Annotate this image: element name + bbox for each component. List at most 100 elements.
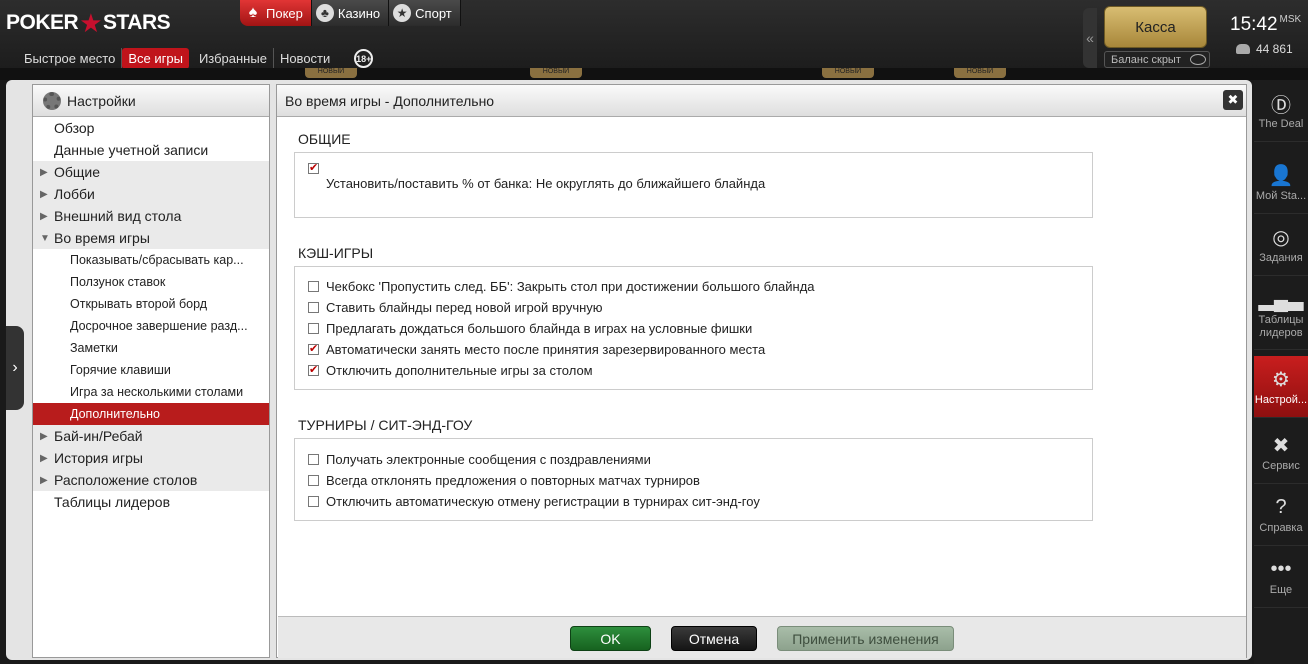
section-title-general: ОБЩИЕ xyxy=(298,131,351,147)
more-icon: ••• xyxy=(1270,557,1292,580)
tree-item[interactable]: Заметки xyxy=(33,337,269,359)
apply-changes-button[interactable]: Применить изменения xyxy=(777,626,954,651)
checkbox[interactable] xyxy=(308,475,319,486)
tab-casino[interactable]: ♣ Казино xyxy=(311,0,390,26)
podium-icon: ▂▄▃ xyxy=(1258,288,1304,311)
gear-icon xyxy=(43,91,61,110)
sidebar-item-label: Задания xyxy=(1259,252,1303,264)
checkbox[interactable] xyxy=(308,161,319,174)
tree-item[interactable]: Досрочное завершение разд... xyxy=(33,315,269,337)
option-row[interactable]: Всегда отклонять предложения о повторных… xyxy=(295,470,1092,491)
logo-spade-icon: ★ xyxy=(79,7,102,38)
collapse-header-button[interactable]: « xyxy=(1083,8,1097,68)
chevron-right-icon[interactable]: ▶ xyxy=(40,431,52,442)
option-row[interactable]: Автоматически занять место после приняти… xyxy=(295,339,1092,360)
ok-button[interactable]: OK xyxy=(570,626,651,651)
tree-item[interactable]: ▶ Лобби xyxy=(33,183,269,205)
tree-item[interactable]: ▶ История игры xyxy=(33,447,269,469)
tree-item[interactable]: Дополнительно xyxy=(33,403,269,425)
tree-item-label: Лобби xyxy=(54,186,95,202)
tree-item-label: Общие xyxy=(54,164,101,180)
tree-item[interactable]: ▶ Общие xyxy=(33,161,269,183)
option-row[interactable]: Получать электронные сообщения с поздрав… xyxy=(295,449,1092,470)
pokerstars-logo[interactable]: POKER ★ STARS xyxy=(6,7,171,38)
panel-header: Во время игры - Дополнительно xyxy=(277,85,1246,117)
checkbox[interactable] xyxy=(308,363,319,376)
tree-item[interactable]: Игра за несколькими столами xyxy=(33,381,269,403)
tree-item-label: Расположение столов xyxy=(54,472,198,488)
age-18-icon: 18+ xyxy=(354,49,374,68)
nav-news[interactable]: Новости xyxy=(274,48,336,69)
settings-tree: Обзор Данные учетной записи ▶ Общие ▶ Лобби ▶ В… xyxy=(33,117,269,513)
checkbox[interactable] xyxy=(308,454,319,465)
option-label: Чекбокс 'Пропустить след. ББ': Закрыть с… xyxy=(326,279,815,294)
option-row[interactable]: Установить/поставить % от банка: Не окру… xyxy=(295,161,1092,191)
tree-item[interactable]: Данные учетной записи xyxy=(33,139,269,161)
checkbox[interactable] xyxy=(308,342,319,355)
checkbox[interactable] xyxy=(308,281,319,292)
option-row[interactable]: Предлагать дождаться большого блайнда в … xyxy=(295,318,1092,339)
chevron-right-icon[interactable]: ▶ xyxy=(40,211,52,222)
tree-item[interactable]: ▶ Внешний вид стола xyxy=(33,205,269,227)
balance-toggle[interactable]: Баланс скрыт xyxy=(1104,51,1210,68)
chevron-right-icon[interactable]: ▶ xyxy=(40,475,52,486)
logo-text-right: STARS xyxy=(103,11,171,34)
nav-all-games[interactable]: Все игры xyxy=(122,48,189,69)
sidebar-item[interactable]: 👤 Мой Sta... xyxy=(1254,152,1308,214)
option-label: Получать электронные сообщения с поздрав… xyxy=(326,452,651,467)
tree-item-label: Заметки xyxy=(70,341,118,355)
tree-item[interactable]: Горячие клавиши xyxy=(33,359,269,381)
sidebar-item[interactable]: Ⓓ The Deal xyxy=(1254,80,1308,142)
tree-item[interactable]: Показывать/сбрасывать кар... xyxy=(33,249,269,271)
tree-item[interactable]: Ползунок ставок xyxy=(33,271,269,293)
players-online: 44 861 xyxy=(1236,42,1293,56)
logo-text-left: POKER xyxy=(6,11,79,34)
chevron-right-icon[interactable]: ▶ xyxy=(40,189,52,200)
checkbox[interactable] xyxy=(308,302,319,313)
sidebar-item[interactable]: ◎ Задания xyxy=(1254,214,1308,276)
cashier-button[interactable]: Касса xyxy=(1104,6,1207,48)
top-bar: POKER ★ STARS ♠ Покер ♣ Казино ★ Спорт Быстро… xyxy=(0,0,1308,76)
close-button[interactable]: ✖ xyxy=(1223,90,1243,110)
option-row[interactable]: Ставить блайнды перед новой игрой вручну… xyxy=(295,297,1092,318)
sidebar-item[interactable]: ⚙ Настрой... xyxy=(1254,356,1308,418)
tree-item[interactable]: Обзор xyxy=(33,117,269,139)
tree-item[interactable]: ▶ Бай-ин/Ребай xyxy=(33,425,269,447)
option-label: Всегда отклонять предложения о повторных… xyxy=(326,473,700,488)
tree-item[interactable]: Таблицы лидеров xyxy=(33,491,269,513)
nav-quick-seat[interactable]: Быстрое место xyxy=(18,48,123,69)
expand-sidebar-button[interactable]: › xyxy=(6,326,24,410)
tree-item[interactable]: ▶ Расположение столов xyxy=(33,469,269,491)
option-row[interactable]: Отключить дополнительные игры за столом xyxy=(295,360,1092,381)
tab-sport[interactable]: ★ Спорт xyxy=(389,0,461,26)
nav-favorites[interactable]: Избранные xyxy=(193,48,274,69)
chevron-right-icon[interactable]: ▶ xyxy=(40,453,52,464)
section-title-tourney: ТУРНИРЫ / СИТ-ЭНД-ГОУ xyxy=(298,417,473,433)
eye-icon xyxy=(1190,54,1206,65)
checkbox[interactable] xyxy=(308,323,319,334)
tree-item-label: Внешний вид стола xyxy=(54,208,182,224)
sidebar-item-label: Еще xyxy=(1269,584,1293,596)
option-row[interactable]: Чекбокс 'Пропустить след. ББ': Закрыть с… xyxy=(295,276,1092,297)
sidebar-item[interactable]: ••• Еще xyxy=(1254,546,1308,608)
tree-item-label: Показывать/сбрасывать кар... xyxy=(70,253,244,267)
sidebar-item-label: Мой Sta... xyxy=(1255,190,1307,202)
settings-nav-panel: Настройки Обзор Данные учетной записи ▶ Общ… xyxy=(32,84,270,658)
chevron-down-icon[interactable]: ▼ xyxy=(40,233,52,244)
option-row[interactable]: Отключить автоматическую отмену регистра… xyxy=(295,491,1092,512)
tree-item[interactable]: Открывать второй борд xyxy=(33,293,269,315)
right-sidebar: Ⓓ The Deal 👤 Мой Sta... ◎ Задания ▂▄▃ Таблицы л… xyxy=(1254,80,1308,664)
option-label: Автоматически занять место после приняти… xyxy=(326,342,766,357)
option-label: Отключить автоматическую отмену регистра… xyxy=(326,494,760,509)
sidebar-item[interactable]: ▂▄▃ Таблицы лидеров xyxy=(1254,276,1308,350)
cancel-button[interactable]: Отмена xyxy=(671,626,757,651)
sidebar-item[interactable]: ✖ Сервис xyxy=(1254,422,1308,484)
user-icon: 👤 xyxy=(1268,164,1294,187)
tree-item[interactable]: ▼ Во время игры xyxy=(33,227,269,249)
chevron-right-icon[interactable]: ▶ xyxy=(40,167,52,178)
tab-poker[interactable]: ♠ Покер xyxy=(240,0,312,26)
lobby-subnav: Быстрое место Все игры Избранные Новости… xyxy=(18,48,374,69)
checkbox[interactable] xyxy=(308,496,319,507)
clock-time: 15:42 xyxy=(1230,14,1278,35)
sidebar-item[interactable]: ? Справка xyxy=(1254,484,1308,546)
